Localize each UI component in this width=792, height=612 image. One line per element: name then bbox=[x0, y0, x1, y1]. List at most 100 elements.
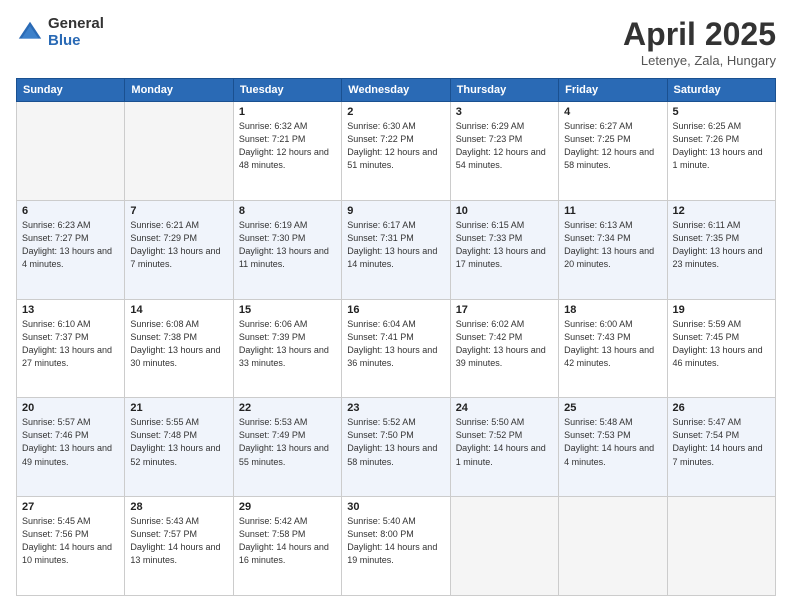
day-number: 8 bbox=[239, 205, 336, 217]
day-info: Sunrise: 6:23 AM Sunset: 7:27 PM Dayligh… bbox=[22, 219, 119, 271]
subtitle: Letenye, Zala, Hungary bbox=[623, 53, 776, 68]
day-number: 10 bbox=[456, 205, 553, 217]
table-row: 7 Sunrise: 6:21 AM Sunset: 7:29 PM Daylig… bbox=[125, 200, 233, 299]
day-info: Sunrise: 6:21 AM Sunset: 7:29 PM Dayligh… bbox=[130, 219, 227, 271]
day-number: 12 bbox=[673, 205, 770, 217]
day-info: Sunrise: 6:25 AM Sunset: 7:26 PM Dayligh… bbox=[673, 120, 770, 172]
day-number: 28 bbox=[130, 501, 227, 513]
table-row: 13 Sunrise: 6:10 AM Sunset: 7:37 PM Dayli… bbox=[17, 299, 125, 398]
table-row: 28 Sunrise: 5:43 AM Sunset: 7:57 PM Dayli… bbox=[125, 497, 233, 596]
table-row bbox=[667, 497, 775, 596]
day-info: Sunrise: 6:27 AM Sunset: 7:25 PM Dayligh… bbox=[564, 120, 661, 172]
day-info: Sunrise: 6:04 AM Sunset: 7:41 PM Dayligh… bbox=[347, 318, 444, 370]
day-number: 3 bbox=[456, 106, 553, 118]
table-row: 12 Sunrise: 6:11 AM Sunset: 7:35 PM Dayli… bbox=[667, 200, 775, 299]
table-row: 9 Sunrise: 6:17 AM Sunset: 7:31 PM Daylig… bbox=[342, 200, 450, 299]
calendar-week-row: 13 Sunrise: 6:10 AM Sunset: 7:37 PM Dayli… bbox=[17, 299, 776, 398]
day-info: Sunrise: 5:57 AM Sunset: 7:46 PM Dayligh… bbox=[22, 416, 119, 468]
header: General Blue April 2025 Letenye, Zala, H… bbox=[16, 16, 776, 68]
day-info: Sunrise: 5:47 AM Sunset: 7:54 PM Dayligh… bbox=[673, 416, 770, 468]
day-number: 9 bbox=[347, 205, 444, 217]
day-number: 19 bbox=[673, 304, 770, 316]
day-info: Sunrise: 5:59 AM Sunset: 7:45 PM Dayligh… bbox=[673, 318, 770, 370]
day-number: 15 bbox=[239, 304, 336, 316]
day-info: Sunrise: 6:15 AM Sunset: 7:33 PM Dayligh… bbox=[456, 219, 553, 271]
col-monday: Monday bbox=[125, 79, 233, 102]
logo: General Blue bbox=[16, 16, 104, 49]
col-sunday: Sunday bbox=[17, 79, 125, 102]
day-number: 24 bbox=[456, 402, 553, 414]
table-row: 8 Sunrise: 6:19 AM Sunset: 7:30 PM Daylig… bbox=[233, 200, 341, 299]
table-row: 18Sunrise: 6:00 AM Sunset: 7:43 PM Dayli… bbox=[559, 299, 667, 398]
table-row: 20 Sunrise: 5:57 AM Sunset: 7:46 PM Dayli… bbox=[17, 398, 125, 497]
table-row: 1 Sunrise: 6:32 AM Sunset: 7:21 PM Daylig… bbox=[233, 102, 341, 201]
day-info: Sunrise: 6:30 AM Sunset: 7:22 PM Dayligh… bbox=[347, 120, 444, 172]
day-number: 23 bbox=[347, 402, 444, 414]
day-number: 14 bbox=[130, 304, 227, 316]
table-row: 23 Sunrise: 5:52 AM Sunset: 7:50 PM Dayli… bbox=[342, 398, 450, 497]
day-number: 1 bbox=[239, 106, 336, 118]
calendar-week-row: 6Sunrise: 6:23 AM Sunset: 7:27 PM Daylig… bbox=[17, 200, 776, 299]
day-number: 27 bbox=[22, 501, 119, 513]
table-row: 2 Sunrise: 6:30 AM Sunset: 7:22 PM Daylig… bbox=[342, 102, 450, 201]
table-row: 11 Sunrise: 6:13 AM Sunset: 7:34 PM Dayli… bbox=[559, 200, 667, 299]
day-info: Sunrise: 5:40 AM Sunset: 8:00 PM Dayligh… bbox=[347, 515, 444, 567]
table-row bbox=[450, 497, 558, 596]
table-row: 29 Sunrise: 5:42 AM Sunset: 7:58 PM Dayli… bbox=[233, 497, 341, 596]
table-row: 17 Sunrise: 6:02 AM Sunset: 7:42 PM Dayli… bbox=[450, 299, 558, 398]
day-number: 26 bbox=[673, 402, 770, 414]
table-row: 14Sunrise: 6:08 AM Sunset: 7:38 PM Dayli… bbox=[125, 299, 233, 398]
day-number: 16 bbox=[347, 304, 444, 316]
day-number: 11 bbox=[564, 205, 661, 217]
logo-blue-text: Blue bbox=[48, 33, 104, 50]
logo-icon bbox=[16, 19, 44, 47]
calendar-week-row: 1 Sunrise: 6:32 AM Sunset: 7:21 PM Daylig… bbox=[17, 102, 776, 201]
day-number: 22 bbox=[239, 402, 336, 414]
day-number: 21 bbox=[130, 402, 227, 414]
table-row bbox=[17, 102, 125, 201]
day-info: Sunrise: 5:50 AM Sunset: 7:52 PM Dayligh… bbox=[456, 416, 553, 468]
day-info: Sunrise: 6:10 AM Sunset: 7:37 PM Dayligh… bbox=[22, 318, 119, 370]
day-number: 2 bbox=[347, 106, 444, 118]
day-info: Sunrise: 5:53 AM Sunset: 7:49 PM Dayligh… bbox=[239, 416, 336, 468]
calendar-week-row: 20 Sunrise: 5:57 AM Sunset: 7:46 PM Dayli… bbox=[17, 398, 776, 497]
day-info: Sunrise: 6:02 AM Sunset: 7:42 PM Dayligh… bbox=[456, 318, 553, 370]
day-info: Sunrise: 6:17 AM Sunset: 7:31 PM Dayligh… bbox=[347, 219, 444, 271]
table-row: 25 Sunrise: 5:48 AM Sunset: 7:53 PM Dayli… bbox=[559, 398, 667, 497]
table-row: 21 Sunrise: 5:55 AM Sunset: 7:48 PM Dayli… bbox=[125, 398, 233, 497]
day-number: 29 bbox=[239, 501, 336, 513]
day-info: Sunrise: 5:45 AM Sunset: 7:56 PM Dayligh… bbox=[22, 515, 119, 567]
day-number: 17 bbox=[456, 304, 553, 316]
day-info: Sunrise: 5:43 AM Sunset: 7:57 PM Dayligh… bbox=[130, 515, 227, 567]
table-row: 15Sunrise: 6:06 AM Sunset: 7:39 PM Dayli… bbox=[233, 299, 341, 398]
page: General Blue April 2025 Letenye, Zala, H… bbox=[0, 0, 792, 612]
day-number: 25 bbox=[564, 402, 661, 414]
day-number: 5 bbox=[673, 106, 770, 118]
table-row bbox=[559, 497, 667, 596]
logo-text: General Blue bbox=[48, 16, 104, 49]
col-friday: Friday bbox=[559, 79, 667, 102]
table-row: 22 Sunrise: 5:53 AM Sunset: 7:49 PM Dayli… bbox=[233, 398, 341, 497]
day-number: 13 bbox=[22, 304, 119, 316]
logo-general-text: General bbox=[48, 16, 104, 33]
day-number: 7 bbox=[130, 205, 227, 217]
day-info: Sunrise: 5:52 AM Sunset: 7:50 PM Dayligh… bbox=[347, 416, 444, 468]
table-row: 16 Sunrise: 6:04 AM Sunset: 7:41 PM Dayli… bbox=[342, 299, 450, 398]
day-info: Sunrise: 6:11 AM Sunset: 7:35 PM Dayligh… bbox=[673, 219, 770, 271]
table-row: 10 Sunrise: 6:15 AM Sunset: 7:33 PM Dayli… bbox=[450, 200, 558, 299]
day-info: Sunrise: 6:13 AM Sunset: 7:34 PM Dayligh… bbox=[564, 219, 661, 271]
day-info: Sunrise: 6:32 AM Sunset: 7:21 PM Dayligh… bbox=[239, 120, 336, 172]
table-row: 24 Sunrise: 5:50 AM Sunset: 7:52 PM Dayli… bbox=[450, 398, 558, 497]
col-wednesday: Wednesday bbox=[342, 79, 450, 102]
col-saturday: Saturday bbox=[667, 79, 775, 102]
table-row: 4Sunrise: 6:27 AM Sunset: 7:25 PM Daylig… bbox=[559, 102, 667, 201]
main-title: April 2025 bbox=[623, 16, 776, 53]
table-row: 6Sunrise: 6:23 AM Sunset: 7:27 PM Daylig… bbox=[17, 200, 125, 299]
day-number: 18 bbox=[564, 304, 661, 316]
day-info: Sunrise: 6:19 AM Sunset: 7:30 PM Dayligh… bbox=[239, 219, 336, 271]
day-info: Sunrise: 5:55 AM Sunset: 7:48 PM Dayligh… bbox=[130, 416, 227, 468]
day-info: Sunrise: 5:42 AM Sunset: 7:58 PM Dayligh… bbox=[239, 515, 336, 567]
title-block: April 2025 Letenye, Zala, Hungary bbox=[623, 16, 776, 68]
day-number: 20 bbox=[22, 402, 119, 414]
day-info: Sunrise: 5:48 AM Sunset: 7:53 PM Dayligh… bbox=[564, 416, 661, 468]
